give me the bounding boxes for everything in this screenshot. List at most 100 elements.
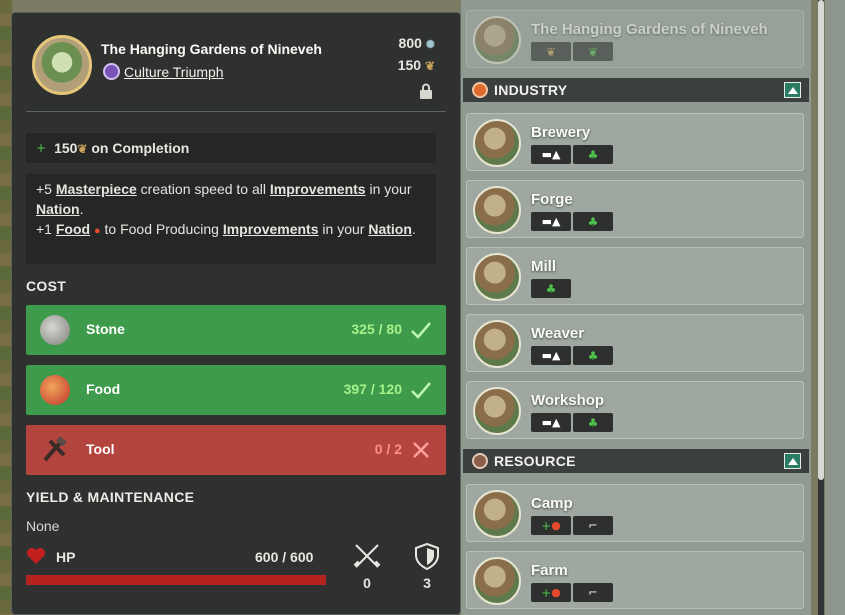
list-item-forge[interactable]: Forge ▬▲ ♣ [466,180,804,238]
resource-amount: 397 / 120 [343,381,402,397]
leaf-icon: ♣ [573,413,613,432]
camp-thumbnail [473,490,521,538]
hp-bar-fill [26,575,326,585]
list-item-camp[interactable]: Camp + ● ⌐ [466,484,804,542]
right-edge [825,0,845,615]
influence-value: 150 [397,57,422,73]
plus-food-icon: + ● [531,516,571,535]
laurel-icon: ❦ [531,42,571,61]
industry-icon [472,82,488,98]
wonder-emblem [32,35,92,95]
crossed-swords-icon [353,544,381,568]
list-scrollbar-thumb[interactable] [818,0,824,480]
collapse-industry-button[interactable] [784,82,801,98]
cross-icon [413,442,429,458]
tool-icon [43,436,67,462]
resource-name: Stone [86,321,125,337]
category-link[interactable]: Culture Triumph [124,64,224,80]
leaf-icon: ♣ [573,346,613,365]
yield-value: None [26,518,60,534]
gear-icon: ✺ [425,39,435,51]
hanging-gardens-thumbnail [473,16,521,64]
anvil-icon: ▬▲ [531,145,571,164]
leaf-icon: ❦ [573,42,613,61]
culture-icon [103,63,120,80]
nation-link[interactable]: Nation [36,201,80,217]
masterpiece-link[interactable]: Masterpiece [56,181,137,197]
farm-thumbnail [473,557,521,605]
production-cost: 800 [398,35,422,51]
lock-icon [420,83,432,99]
stone-icon [40,315,70,345]
collapse-resource-button[interactable] [784,453,801,469]
nation-link[interactable]: Nation [368,221,412,237]
completion-amount: 150 [54,140,78,156]
attack-value: 0 [363,575,371,591]
heart-icon [27,548,45,564]
effect-text: . [411,221,416,237]
food-link[interactable]: Food [56,221,90,237]
effect-text: +5 [36,181,56,197]
food-icon [40,375,70,405]
list-item-label: Mill [531,258,556,275]
improvements-link[interactable]: Improvements [270,181,366,197]
cost-row-tool: Tool 0 / 2 [26,425,446,475]
hook-icon: ⌐ [573,516,613,535]
hp-value: 600 / 600 [255,549,314,565]
list-item-label: Farm [531,562,568,579]
anvil-icon: ▬▲ [531,212,571,231]
leaf-icon: ♣ [573,145,613,164]
section-title: RESOURCE [494,453,576,469]
list-item-weaver[interactable]: Weaver ▬▲ ♣ [466,314,804,372]
list-item-farm[interactable]: Farm + ● ⌐ [466,551,804,609]
list-item-workshop[interactable]: Workshop ▬▲ ♣ [466,381,804,439]
completion-label: on Completion [91,140,190,156]
laurel-icon: ❦ [424,59,435,73]
check-icon [411,322,431,339]
yield-heading: YIELD & MAINTENANCE [26,489,195,505]
leaf-icon: ♣ [573,212,613,231]
hp-label: HP [56,549,76,565]
defense-value: 3 [423,575,431,591]
effect-text: creation speed to all [136,181,270,197]
resource-icon [472,453,488,469]
list-item-label: Weaver [531,325,585,342]
effect-text: in your [318,221,369,237]
effect-text: in your [365,181,412,197]
completion-reward: + 150❦ on Completion [26,133,436,163]
hook-icon: ⌐ [573,583,613,602]
food-icon: ● [93,225,101,237]
anvil-icon: ▬▲ [531,413,571,432]
resource-name: Food [86,381,121,397]
list-item-label: Forge [531,191,573,208]
workshop-thumbnail [473,387,521,435]
cost-row-stone: Stone 325 / 80 [26,305,446,355]
effect-text: to Food Producing [100,221,223,237]
section-resource: RESOURCE [463,449,809,473]
list-item-label: Workshop [531,392,605,409]
plus-food-icon: + ● [531,583,571,602]
improvements-link[interactable]: Improvements [223,221,319,237]
check-icon [411,382,431,399]
wonder-tooltip: The Hanging Gardens of Nineveh Culture T… [11,12,461,615]
forge-thumbnail [473,186,521,234]
list-item-mill[interactable]: Mill ♣ [466,247,804,305]
list-item-label: Camp [531,495,573,512]
effect-text: . [79,201,84,217]
section-title: INDUSTRY [494,82,568,98]
list-item-hanging-gardens[interactable]: The Hanging Gardens of Nineveh ❦ ❦ [466,10,804,68]
cost-heading: COST [26,278,67,294]
anvil-icon: ▬▲ [531,346,571,365]
wonder-title: The Hanging Gardens of Nineveh [101,41,322,57]
resource-name: Tool [86,441,115,457]
list-item-brewery[interactable]: Brewery ▬▲ ♣ [466,113,804,171]
weaver-thumbnail [473,320,521,368]
effect-text: +1 [36,221,56,237]
divider [26,111,446,112]
mill-thumbnail [473,253,521,301]
brewery-thumbnail [473,119,521,167]
leaf-icon: ♣ [531,279,571,298]
shield-icon [415,542,439,571]
cost-row-food: Food 397 / 120 [26,365,446,415]
plus-icon: + [36,141,47,155]
